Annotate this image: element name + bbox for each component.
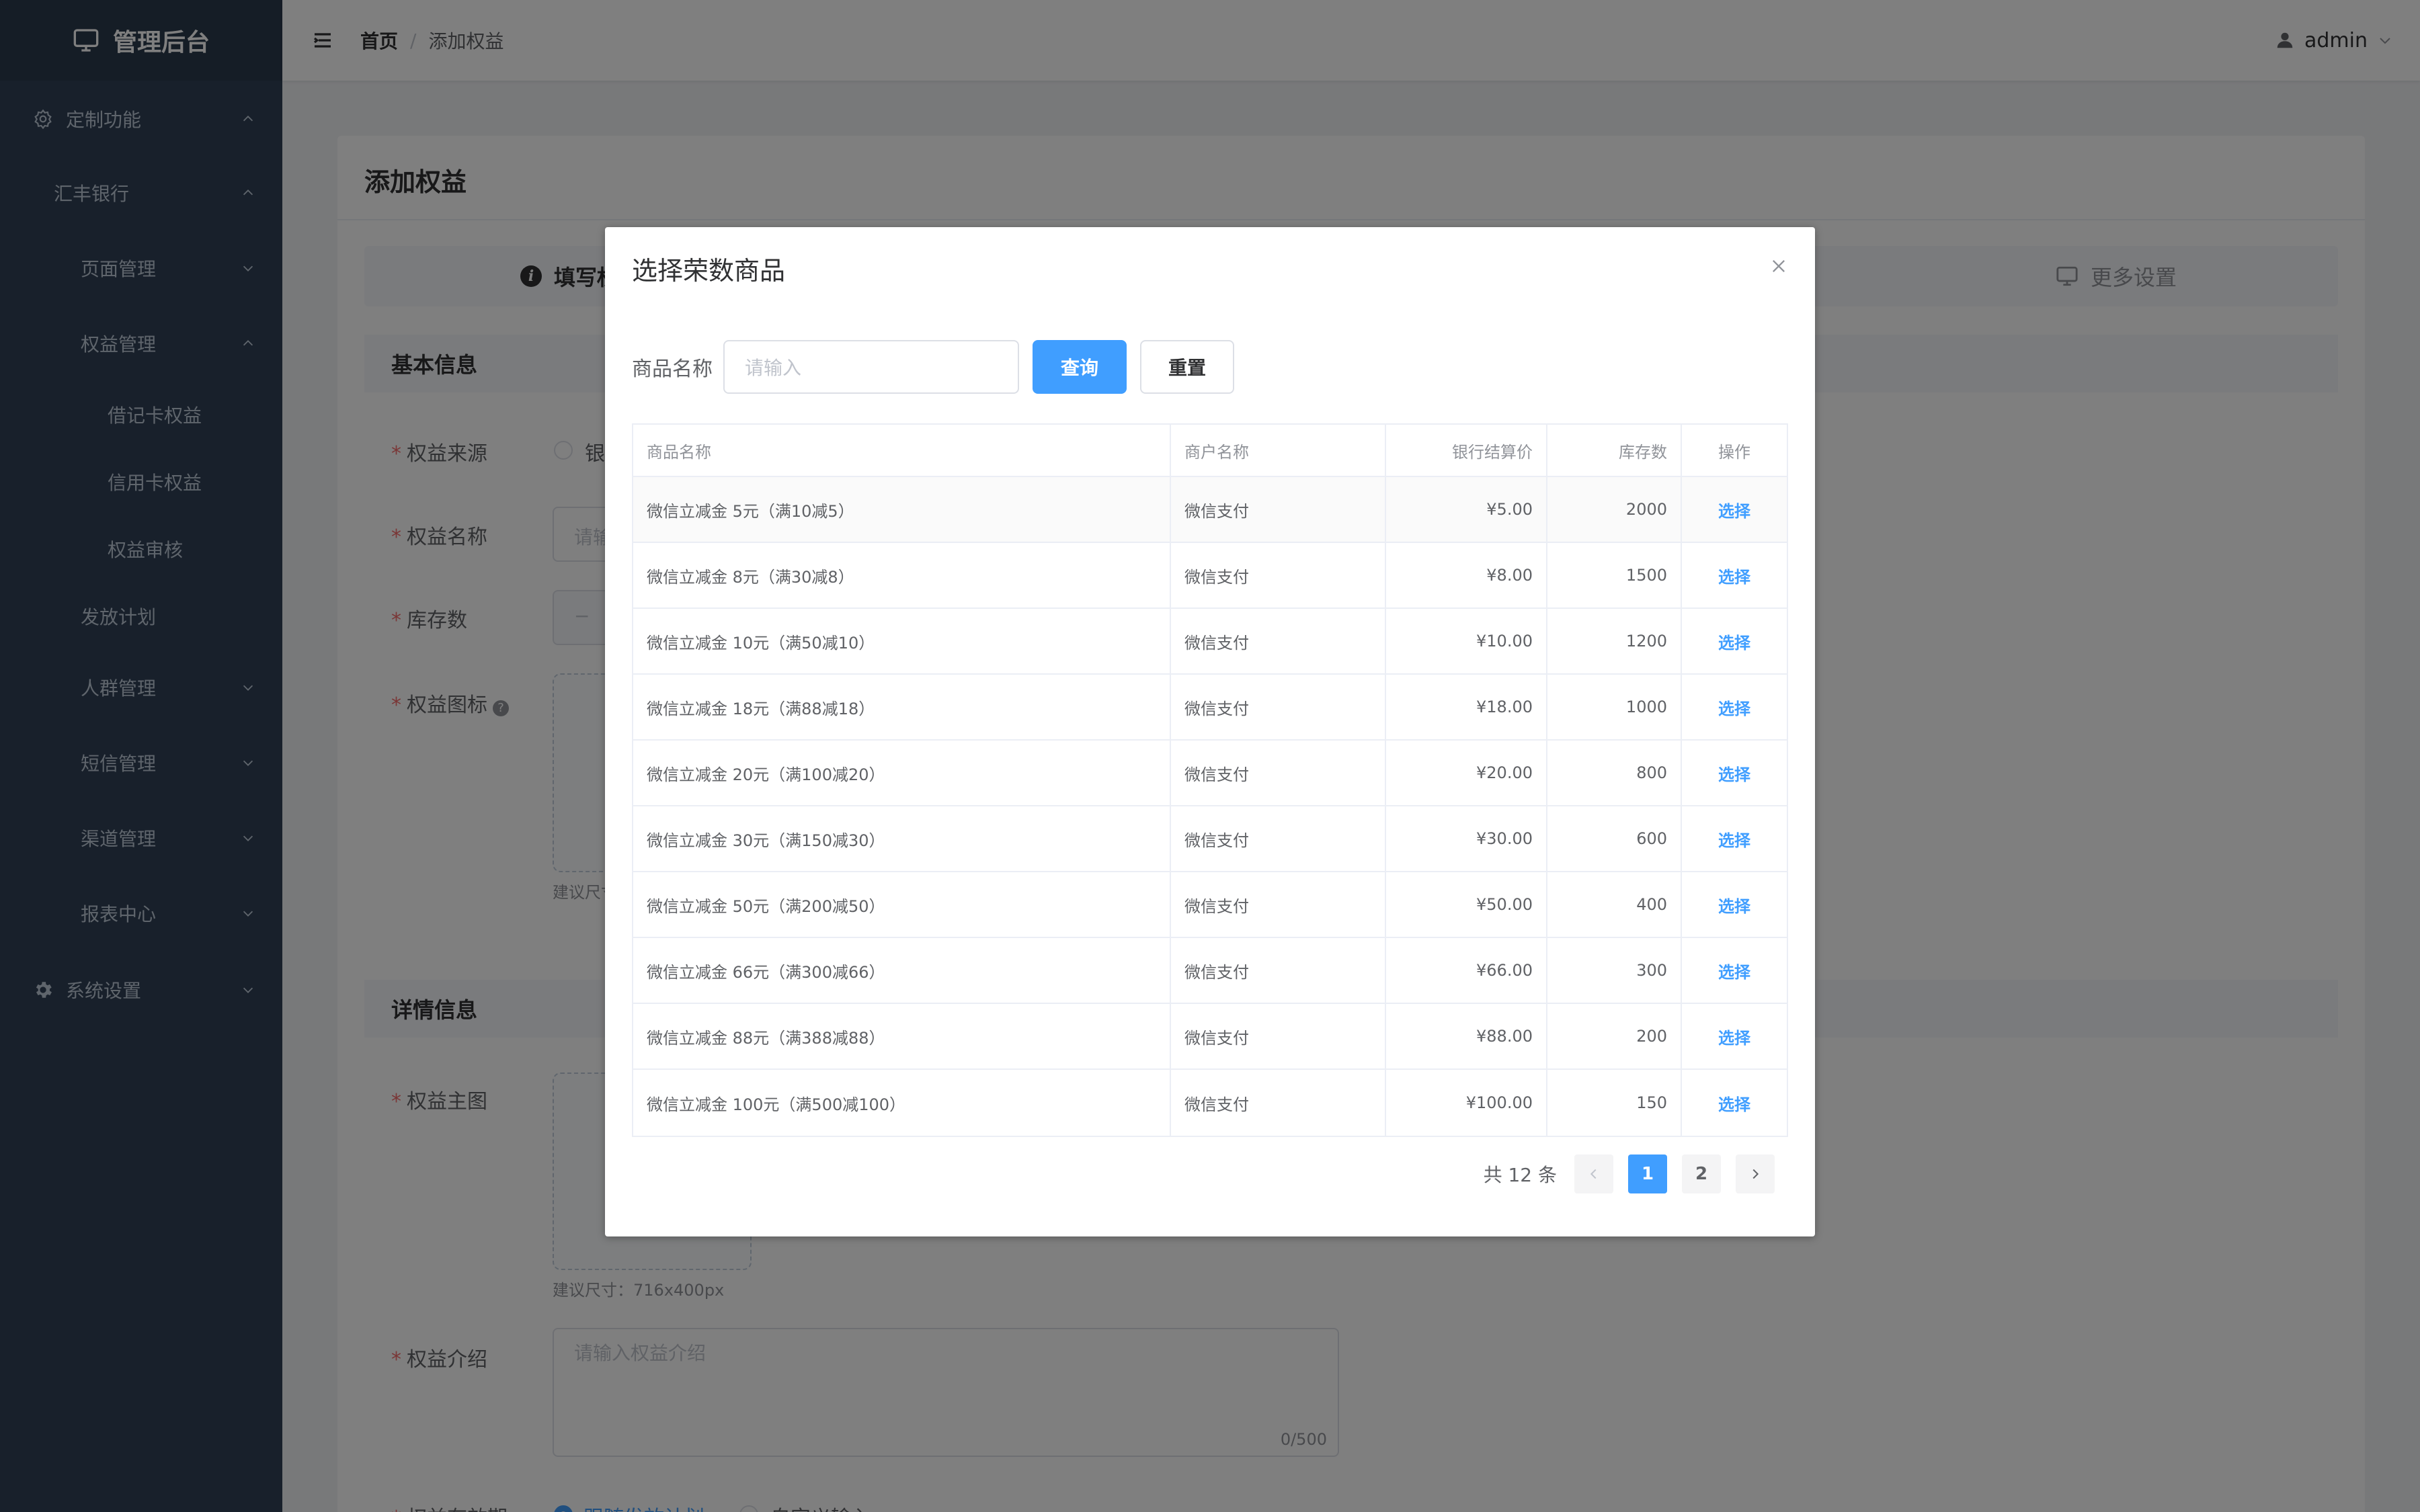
page-2-button[interactable]: 2: [1682, 1154, 1721, 1193]
pagination: 共 12 条 1 2: [1484, 1154, 1775, 1193]
table-row: 微信立减金 30元（满150减30） 微信支付 ¥30.00 600 选择: [633, 806, 1787, 872]
query-button[interactable]: 查询: [1033, 340, 1127, 394]
cell-stock: 2000: [1547, 477, 1682, 542]
product-name-search-input[interactable]: 请输入: [723, 340, 1019, 394]
select-link[interactable]: 选择: [1718, 696, 1750, 719]
select-link[interactable]: 选择: [1718, 1091, 1750, 1115]
reset-button[interactable]: 重置: [1140, 340, 1234, 394]
cell-merchant: 微信支付: [1171, 872, 1386, 937]
cell-price: ¥100.00: [1386, 1070, 1547, 1136]
cell-stock: 300: [1547, 938, 1682, 1003]
cell-product-name: 微信立减金 5元（满10减5）: [633, 477, 1171, 542]
cell-stock: 600: [1547, 806, 1682, 871]
next-page-button[interactable]: [1736, 1154, 1775, 1193]
table-row: 微信立减金 100元（满500减100） 微信支付 ¥100.00 150 选择: [633, 1070, 1787, 1136]
cell-stock: 1000: [1547, 675, 1682, 739]
pagination-total: 共 12 条: [1483, 1164, 1557, 1186]
cell-stock: 200: [1547, 1004, 1682, 1068]
cell-merchant: 微信支付: [1171, 543, 1386, 607]
col-header-settlement-price: 银行结算价: [1386, 425, 1547, 476]
cell-merchant: 微信支付: [1171, 1070, 1386, 1136]
chevron-right-icon: [1752, 1169, 1759, 1179]
dialog-title: 选择荣数商品: [632, 256, 786, 286]
close-icon[interactable]: [1769, 257, 1788, 276]
cell-price: ¥5.00: [1386, 477, 1547, 542]
cell-product-name: 微信立减金 66元（满300减66）: [633, 938, 1171, 1003]
select-link[interactable]: 选择: [1718, 1025, 1750, 1048]
cell-merchant: 微信支付: [1171, 609, 1386, 673]
select-link[interactable]: 选择: [1718, 827, 1750, 851]
select-link[interactable]: 选择: [1718, 959, 1750, 982]
cell-product-name: 微信立减金 88元（满388减88）: [633, 1004, 1171, 1068]
table-header-row: 商品名称 商户名称 银行结算价 库存数 操作: [633, 425, 1787, 477]
table-row: 微信立减金 10元（满50减10） 微信支付 ¥10.00 1200 选择: [633, 609, 1787, 675]
cell-product-name: 微信立减金 18元（满88减18）: [633, 675, 1171, 739]
table-row: 微信立减金 5元（满10减5） 微信支付 ¥5.00 2000 选择: [633, 477, 1787, 543]
cell-stock: 1500: [1547, 543, 1682, 607]
cell-price: ¥66.00: [1386, 938, 1547, 1003]
table-row: 微信立减金 8元（满30减8） 微信支付 ¥8.00 1500 选择: [633, 543, 1787, 609]
cell-stock: 400: [1547, 872, 1682, 937]
cell-price: ¥10.00: [1386, 609, 1547, 673]
cell-merchant: 微信支付: [1171, 938, 1386, 1003]
search-placeholder: 请输入: [745, 357, 802, 379]
product-table: 商品名称 商户名称 银行结算价 库存数 操作 微信立减金 5元（满10减5） 微…: [632, 423, 1788, 1137]
cell-stock: 800: [1547, 741, 1682, 805]
select-link[interactable]: 选择: [1718, 498, 1750, 521]
cell-merchant: 微信支付: [1171, 477, 1386, 542]
cell-price: ¥50.00: [1386, 872, 1547, 937]
cell-product-name: 微信立减金 50元（满200减50）: [633, 872, 1171, 937]
cell-product-name: 微信立减金 10元（满50减10）: [633, 609, 1171, 673]
table-row: 微信立减金 50元（满200减50） 微信支付 ¥50.00 400 选择: [633, 872, 1787, 938]
cell-merchant: 微信支付: [1171, 1004, 1386, 1068]
select-product-dialog: 选择荣数商品 商品名称 请输入 查询 重置 商品名称 商户名称 银行结算价 库存…: [605, 227, 1815, 1236]
col-header-stock: 库存数: [1547, 425, 1682, 476]
cell-price: ¥18.00: [1386, 675, 1547, 739]
cell-stock: 1200: [1547, 609, 1682, 673]
cell-stock: 150: [1547, 1070, 1682, 1136]
select-link[interactable]: 选择: [1718, 630, 1750, 653]
col-header-action: 操作: [1718, 442, 1750, 462]
page-1-button[interactable]: 1: [1628, 1154, 1667, 1193]
chevron-left-icon: [1590, 1169, 1597, 1179]
prev-page-button[interactable]: [1574, 1154, 1613, 1193]
table-row: 微信立减金 18元（满88减18） 微信支付 ¥18.00 1000 选择: [633, 675, 1787, 741]
table-row: 微信立减金 20元（满100减20） 微信支付 ¥20.00 800 选择: [633, 741, 1787, 806]
cell-merchant: 微信支付: [1171, 675, 1386, 739]
select-link[interactable]: 选择: [1718, 761, 1750, 785]
cell-merchant: 微信支付: [1171, 741, 1386, 805]
cell-product-name: 微信立减金 100元（满500减100）: [633, 1070, 1171, 1136]
cell-price: ¥30.00: [1386, 806, 1547, 871]
select-link[interactable]: 选择: [1718, 564, 1750, 587]
col-header-merchant-name: 商户名称: [1171, 425, 1386, 476]
table-row: 微信立减金 88元（满388减88） 微信支付 ¥88.00 200 选择: [633, 1004, 1787, 1070]
cell-price: ¥8.00: [1386, 543, 1547, 607]
select-link[interactable]: 选择: [1718, 893, 1750, 917]
cell-product-name: 微信立减金 8元（满30减8）: [633, 543, 1171, 607]
cell-price: ¥88.00: [1386, 1004, 1547, 1068]
table-row: 微信立减金 66元（满300减66） 微信支付 ¥66.00 300 选择: [633, 938, 1787, 1004]
cell-price: ¥20.00: [1386, 741, 1547, 805]
col-header-product-name: 商品名称: [633, 425, 1171, 476]
cell-product-name: 微信立减金 30元（满150减30）: [633, 806, 1171, 871]
cell-merchant: 微信支付: [1171, 806, 1386, 871]
search-label: 商品名称: [632, 358, 713, 381]
cell-product-name: 微信立减金 20元（满100减20）: [633, 741, 1171, 805]
